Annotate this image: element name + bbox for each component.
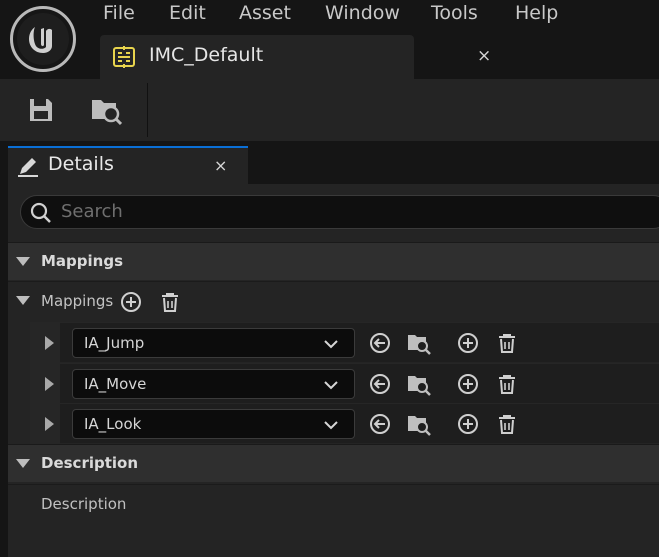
asset-editor-tab[interactable]: IMC_Default ×	[100, 35, 491, 79]
asset-tab-label: IMC_Default	[149, 44, 264, 66]
description-label: Description	[41, 495, 127, 513]
delete-all-icon[interactable]	[158, 290, 182, 314]
delete-icon[interactable]	[495, 331, 519, 355]
insert-icon[interactable]	[456, 412, 480, 436]
row-gutter	[30, 364, 60, 404]
save-button[interactable]	[23, 92, 59, 128]
asset-tab-close-button[interactable]: ×	[477, 46, 491, 66]
mappings-array-label: Mappings	[41, 292, 114, 310]
browse-to-asset-icon[interactable]	[407, 412, 431, 436]
menu-edit[interactable]: Edit	[169, 2, 206, 24]
search-input[interactable]: Search	[20, 195, 659, 229]
expand-arrow-icon[interactable]	[45, 417, 54, 431]
input-action-name: IA_Move	[84, 375, 147, 393]
browse-icon	[92, 100, 122, 126]
row-gutter	[30, 323, 60, 363]
category-description[interactable]: Description	[8, 444, 659, 482]
details-tab-close-button[interactable]: ×	[214, 156, 227, 175]
mapping-row: IA_Jump	[30, 322, 659, 363]
delete-icon[interactable]	[495, 372, 519, 396]
mapping-row: IA_Move	[30, 363, 659, 404]
details-tab[interactable]: Details ×	[8, 146, 248, 184]
input-action-combo[interactable]: IA_Move	[72, 369, 355, 399]
chevron-down-icon	[324, 421, 338, 430]
input-action-name: IA_Look	[84, 415, 142, 433]
collapse-arrow-icon[interactable]	[16, 257, 30, 266]
unreal-logo-icon	[29, 27, 52, 53]
save-icon	[30, 99, 52, 121]
browse-to-asset-button[interactable]	[88, 92, 124, 128]
chevron-down-icon	[324, 381, 338, 390]
toolbar-separator	[147, 83, 148, 137]
details-tab-label: Details	[48, 153, 114, 175]
use-selected-asset-icon[interactable]	[368, 372, 392, 396]
input-mapping-icon	[113, 46, 135, 68]
input-action-combo[interactable]: IA_Jump	[72, 328, 355, 358]
menu-file[interactable]: File	[103, 2, 135, 24]
browse-to-asset-icon[interactable]	[407, 331, 431, 355]
menu-tools[interactable]: Tools	[431, 2, 478, 24]
mappings-array-row: Mappings	[8, 281, 659, 321]
use-selected-asset-icon[interactable]	[368, 331, 392, 355]
menu-window[interactable]: Window	[325, 2, 400, 24]
add-element-icon[interactable]	[119, 290, 143, 314]
collapse-arrow-icon[interactable]	[16, 459, 30, 468]
pencil-icon	[18, 158, 38, 177]
input-action-name: IA_Jump	[84, 334, 145, 352]
asset-toolbar	[0, 79, 659, 141]
description-row: Description	[8, 484, 659, 524]
collapse-arrow-icon[interactable]	[16, 296, 30, 305]
category-label: Mappings	[41, 252, 124, 270]
delete-icon[interactable]	[495, 412, 519, 436]
unreal-logo[interactable]	[10, 6, 76, 72]
chevron-down-icon	[324, 340, 338, 349]
expand-arrow-icon[interactable]	[45, 336, 54, 350]
search-icon	[30, 202, 51, 223]
search-placeholder: Search	[61, 201, 123, 222]
menu-help[interactable]: Help	[515, 2, 558, 24]
menu-asset[interactable]: Asset	[239, 2, 291, 24]
category-mappings[interactable]: Mappings	[8, 242, 659, 280]
insert-icon[interactable]	[456, 331, 480, 355]
category-label: Description	[41, 454, 139, 472]
use-selected-asset-icon[interactable]	[368, 412, 392, 436]
mapping-row: IA_Look	[30, 403, 659, 444]
row-gutter	[30, 404, 60, 444]
insert-icon[interactable]	[456, 372, 480, 396]
browse-to-asset-icon[interactable]	[407, 372, 431, 396]
expand-arrow-icon[interactable]	[45, 377, 54, 391]
title-bar: File Edit Asset Window Tools Help IMC_De…	[0, 0, 659, 79]
input-action-combo[interactable]: IA_Look	[72, 409, 355, 439]
